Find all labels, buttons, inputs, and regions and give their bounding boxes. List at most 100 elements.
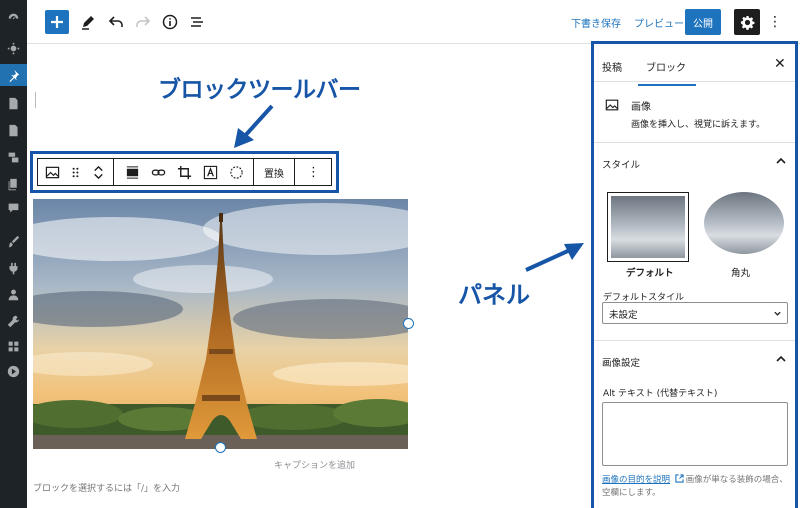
default-style-value: 未設定 (609, 310, 638, 321)
pin-icon (9, 69, 20, 82)
admin-menu-item[interactable] (5, 313, 21, 329)
brush-icon (8, 235, 19, 247)
details-button[interactable] (161, 13, 179, 31)
align-none-icon (126, 165, 138, 179)
pages-icon (8, 178, 17, 190)
admin-menu-item[interactable] (5, 149, 21, 165)
annotation-panel: パネル (458, 281, 530, 309)
move-buttons[interactable] (87, 160, 109, 184)
resize-handle-right[interactable] (403, 318, 414, 329)
text-overlay-button[interactable] (199, 160, 221, 184)
editor-top-toolbar: 下書き保存 プレビュー 公開 ⋮ (27, 0, 800, 44)
link-icon (151, 169, 165, 175)
external-link-icon (675, 474, 684, 483)
admin-menu-item[interactable] (5, 363, 21, 379)
style-rounded-option[interactable] (704, 192, 784, 254)
drag-icon (72, 167, 78, 177)
appearance-icon (7, 42, 19, 54)
text-over-image-icon (203, 165, 217, 179)
styles-section-title: スタイル (602, 160, 641, 171)
annotation-block-toolbar: ブロックツールバー (158, 77, 361, 103)
tab-block[interactable]: ブロック (638, 59, 696, 86)
block-title: 画像 (631, 102, 651, 113)
crop-button[interactable] (173, 160, 195, 184)
alt-text-help: 画像の目的を説明 画像が単なる装飾の場合、空欄にします。 (602, 474, 790, 500)
admin-menu-item[interactable] (5, 176, 21, 192)
image-block[interactable] (33, 199, 408, 449)
publish-button[interactable]: 公開 (685, 9, 721, 35)
annotation-arrow-toolbar (234, 104, 274, 148)
align-button[interactable] (121, 160, 143, 184)
plus-icon (51, 16, 63, 28)
admin-sidebar (0, 0, 27, 508)
alt-text-input[interactable] (602, 402, 788, 466)
chevron-down-icon (774, 311, 781, 316)
admin-menu-item[interactable] (5, 10, 21, 26)
admin-menu-item[interactable] (0, 64, 27, 86)
play-icon (7, 365, 19, 377)
image-settings-toggle[interactable]: 画像設定 (594, 342, 795, 378)
list-view-icon (191, 17, 203, 27)
style-rounded-label: 角丸 (731, 268, 751, 279)
page-icon (8, 124, 18, 136)
block-toolbar: 置換 ⋮ (30, 151, 339, 193)
chevron-up-down-icon (93, 165, 103, 179)
comments-icon (8, 203, 18, 213)
alt-help-link[interactable]: 画像の目的を説明 (602, 475, 670, 485)
gear-icon (740, 15, 754, 30)
block-type-button[interactable] (41, 160, 63, 184)
styles-section-toggle[interactable]: スタイル (594, 144, 795, 180)
dashed-circle-icon (229, 165, 243, 179)
tools-button[interactable] (79, 13, 97, 31)
settings-sidebar-panel: 投稿 ブロック ✕ 画像 画像を挿入し、視覚に訴えます。 スタイル デフォルト … (591, 41, 798, 508)
admin-menu-item[interactable] (5, 122, 21, 138)
admin-menu-item[interactable] (5, 40, 21, 56)
pencil-icon (82, 16, 94, 30)
tools-icon (7, 315, 19, 327)
text-cursor (35, 92, 36, 108)
crop-icon (177, 165, 191, 179)
alt-text-label: Alt テキスト (代替テキスト) (603, 389, 718, 399)
chevron-up-icon (776, 157, 786, 164)
options-menu-button[interactable]: ⋮ (768, 13, 782, 31)
eiffel-tower-image (33, 199, 408, 449)
tab-post[interactable]: 投稿 (602, 59, 622, 74)
admin-menu-item[interactable] (5, 200, 21, 216)
block-appender-hint[interactable]: ブロックを選択するには「/」を入力 (33, 481, 180, 494)
style-default-option[interactable] (607, 192, 689, 262)
undo-button[interactable] (107, 13, 125, 31)
admin-menu-item[interactable] (5, 260, 21, 276)
page-icon (8, 97, 18, 109)
save-draft-button[interactable]: 下書き保存 (571, 15, 621, 30)
caption-input[interactable]: キャプションを追加 (274, 458, 355, 471)
block-options-button[interactable]: ⋮ (299, 165, 326, 180)
duotone-button[interactable] (225, 160, 247, 184)
link-button[interactable] (147, 160, 169, 184)
preview-button[interactable]: プレビュー (634, 15, 684, 30)
users-icon (8, 289, 18, 300)
dashboard-icon (8, 13, 18, 19)
toolbar-divider (294, 159, 295, 185)
replace-button[interactable]: 置換 (258, 165, 290, 180)
settings-button[interactable] (734, 9, 760, 35)
admin-menu-item[interactable] (5, 233, 21, 249)
default-style-select[interactable]: 未設定 (602, 302, 788, 324)
resize-handle-bottom[interactable] (215, 442, 226, 453)
redo-icon (136, 16, 151, 27)
sidebar-tabs: 投稿 ブロック ✕ (594, 44, 795, 86)
image-icon (45, 166, 59, 178)
info-icon (162, 14, 178, 30)
admin-menu-item[interactable] (5, 286, 21, 302)
list-view-button[interactable] (188, 13, 206, 31)
admin-menu-item[interactable] (5, 95, 21, 111)
admin-menu-item[interactable] (5, 338, 21, 354)
media-icon (8, 152, 18, 162)
close-sidebar-button[interactable]: ✕ (774, 56, 786, 72)
settings-icon (8, 341, 18, 351)
drag-handle[interactable] (64, 160, 86, 184)
plugins-icon (8, 262, 18, 274)
redo-button[interactable] (134, 13, 152, 31)
chevron-up-icon (776, 355, 786, 362)
add-block-button[interactable] (45, 10, 69, 34)
block-card: 画像 画像を挿入し、視覚に訴えます。 (594, 83, 795, 143)
